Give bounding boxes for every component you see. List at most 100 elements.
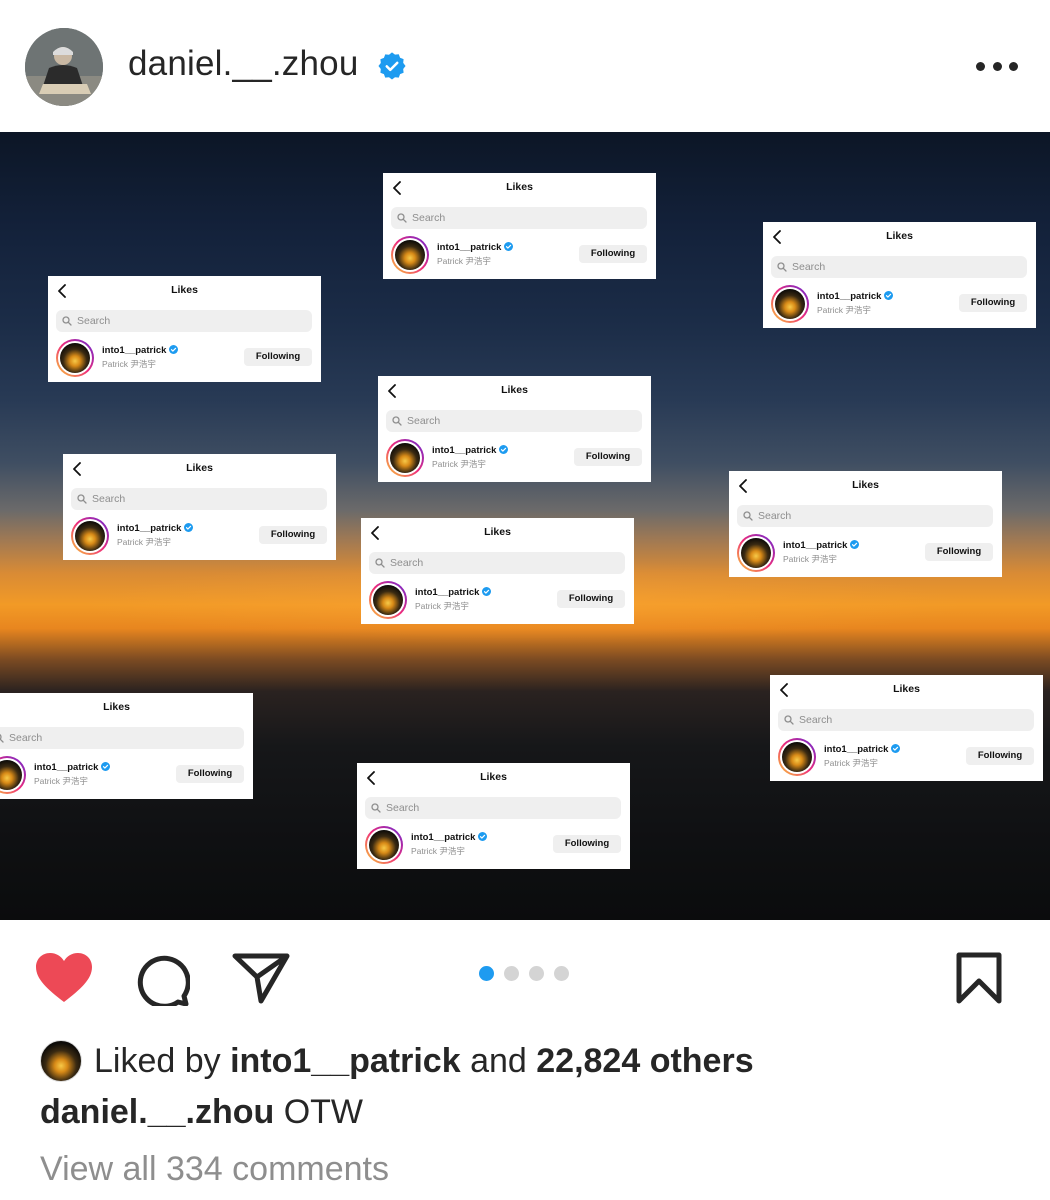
likes-screenshot-card: Likes Search into1__patrick Patrick 尹浩宇 Foll…	[357, 763, 630, 869]
likes-title: Likes	[480, 771, 507, 783]
likes-screenshot-card: Likes Search into1__patrick Patrick 尹浩宇 Foll…	[770, 675, 1043, 781]
liker-handle: into1__patrick	[817, 291, 894, 302]
verified-icon	[478, 832, 488, 841]
carousel-dot	[529, 966, 544, 981]
carousel-indicator	[479, 966, 569, 981]
verified-icon	[184, 523, 194, 532]
verified-icon	[169, 345, 179, 354]
verified-icon	[101, 762, 111, 771]
liker-fullname: Patrick 尹浩宇	[437, 256, 491, 266]
likes-title: Likes	[103, 701, 130, 713]
liker-handle: into1__patrick	[824, 744, 901, 755]
liker-avatar	[40, 1040, 82, 1082]
liker-fullname: Patrick 尹浩宇	[411, 846, 465, 856]
following-button: Following	[557, 590, 625, 608]
likes-screenshot-card: Likes Search into1__patrick Patrick 尹浩宇 Foll…	[729, 471, 1002, 577]
liker-handle: into1__patrick	[102, 345, 179, 356]
search-icon	[0, 733, 4, 743]
caption-username[interactable]: daniel.__.zhou	[40, 1093, 274, 1131]
likes-title: Likes	[171, 284, 198, 296]
following-button: Following	[244, 348, 312, 366]
liker-avatar	[71, 517, 109, 555]
liker-fullname: Patrick 尹浩宇	[34, 776, 88, 786]
search-icon	[743, 511, 753, 521]
following-button: Following	[176, 765, 244, 783]
post-photo[interactable]: Likes Search into1__patrick Patrick 尹浩宇 Foll…	[0, 132, 1050, 920]
liker-fullname: Patrick 尹浩宇	[415, 601, 469, 611]
liked-by-text: Liked by into1__patrick and 22,824 other…	[94, 1042, 754, 1080]
liker-avatar	[386, 439, 424, 477]
likes-search-input: Search	[386, 410, 642, 432]
likes-search-input: Search	[737, 505, 993, 527]
liker-avatar	[778, 738, 816, 776]
liker-fullname: Patrick 尹浩宇	[102, 359, 156, 369]
following-button: Following	[259, 526, 327, 544]
carousel-dot	[479, 966, 494, 981]
liker-handle: into1__patrick	[117, 523, 194, 534]
liker-avatar	[0, 756, 26, 794]
liker-handle: into1__patrick	[34, 762, 111, 773]
liked-by-row[interactable]: Liked by into1__patrick and 22,824 other…	[40, 1038, 1020, 1088]
liker-fullname: Patrick 尹浩宇	[432, 459, 486, 469]
likes-screenshot-card: Likes Search into1__patrick Patrick 尹浩宇 Foll…	[383, 173, 656, 279]
following-button: Following	[959, 294, 1027, 312]
following-button: Following	[925, 543, 993, 561]
likes-title: Likes	[886, 230, 913, 242]
likes-title: Likes	[852, 479, 879, 491]
liker-avatar	[391, 236, 429, 274]
liker-username[interactable]: into1__patrick	[230, 1042, 461, 1080]
view-comments-link[interactable]: View all 334 comments	[40, 1150, 389, 1189]
likes-count[interactable]: 22,824 others	[536, 1042, 753, 1080]
carousel-dot	[554, 966, 569, 981]
verified-icon	[482, 587, 492, 596]
liker-handle: into1__patrick	[432, 445, 509, 456]
profile-avatar[interactable]	[25, 28, 103, 106]
likes-search-input: Search	[0, 727, 244, 749]
liker-handle: into1__patrick	[437, 242, 514, 253]
verified-icon	[884, 291, 894, 300]
likes-screenshot-card: Likes Search into1__patrick Patrick 尹浩宇 Foll…	[63, 454, 336, 560]
liker-handle: into1__patrick	[415, 587, 492, 598]
liker-fullname: Patrick 尹浩宇	[117, 537, 171, 547]
bookmark-icon[interactable]	[956, 952, 1002, 1004]
likes-search-input: Search	[391, 207, 647, 229]
likes-title: Likes	[506, 181, 533, 193]
likes-search-input: Search	[369, 552, 625, 574]
liker-avatar	[56, 339, 94, 377]
liker-avatar	[771, 285, 809, 323]
following-button: Following	[579, 245, 647, 263]
search-icon	[784, 715, 794, 725]
likes-screenshot-card: Likes Search into1__patrick Patrick 尹浩宇 Foll…	[378, 376, 651, 482]
liker-avatar	[365, 826, 403, 864]
likes-screenshot-card: Likes Search into1__patrick Patrick 尹浩宇 Foll…	[763, 222, 1036, 328]
following-button: Following	[553, 835, 621, 853]
search-icon	[392, 416, 402, 426]
liker-fullname: Patrick 尹浩宇	[783, 554, 837, 564]
liker-avatar	[737, 534, 775, 572]
liker-fullname: Patrick 尹浩宇	[817, 305, 871, 315]
likes-search-input: Search	[365, 797, 621, 819]
search-icon	[371, 803, 381, 813]
verified-icon	[891, 744, 901, 753]
caption: daniel.__.zhou OTW	[40, 1093, 363, 1132]
likes-screenshot-card: Likes Search into1__patrick Patrick 尹浩宇 Foll…	[0, 693, 253, 799]
likes-title: Likes	[893, 683, 920, 695]
likes-search-input: Search	[778, 709, 1034, 731]
comment-icon[interactable]	[134, 952, 190, 1006]
heart-icon[interactable]	[35, 952, 93, 1004]
search-icon	[375, 558, 385, 568]
liker-fullname: Patrick 尹浩宇	[824, 758, 878, 768]
verified-icon	[504, 242, 514, 251]
search-icon	[62, 316, 72, 326]
share-icon[interactable]	[232, 952, 290, 1004]
liker-handle: into1__patrick	[411, 832, 488, 843]
likes-title: Likes	[501, 384, 528, 396]
more-options-button[interactable]	[970, 52, 1024, 80]
post-username[interactable]: daniel.__.zhou	[128, 44, 359, 84]
carousel-dot	[504, 966, 519, 981]
likes-title: Likes	[186, 462, 213, 474]
verified-icon	[378, 52, 406, 80]
search-icon	[777, 262, 787, 272]
likes-search-input: Search	[56, 310, 312, 332]
post-header: daniel.__.zhou	[0, 0, 1050, 132]
